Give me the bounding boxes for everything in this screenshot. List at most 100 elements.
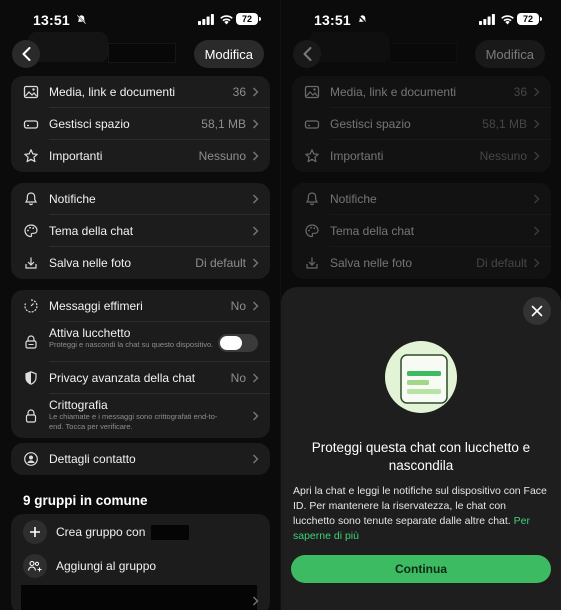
download-icon: [25, 257, 37, 269]
status-time: 13:51: [314, 12, 351, 28]
media-count: 36: [513, 85, 527, 99]
close-button[interactable]: [523, 297, 551, 325]
notifications-label: Notifiche: [330, 192, 377, 206]
storage-row[interactable]: Gestisci spazio 58,1 MB: [11, 108, 270, 140]
media-row[interactable]: Media, link e documenti 36: [292, 76, 551, 108]
storage-size: 58,1 MB: [201, 117, 246, 131]
battery-indicator: 72: [236, 13, 261, 25]
bell-icon: [306, 192, 318, 206]
media-label: Media, link e documenti: [330, 85, 457, 99]
disappearing-value: No: [230, 299, 246, 313]
chevron-right-icon: [253, 596, 259, 606]
back-button[interactable]: [293, 40, 321, 68]
starred-row[interactable]: Importanti Nessuno: [292, 140, 551, 172]
palette-icon: [305, 224, 319, 238]
advanced-privacy-label: Privacy avanzata della chat: [49, 371, 196, 385]
chevron-right-icon: [253, 411, 259, 421]
close-icon: [531, 305, 543, 317]
contact-details-row[interactable]: Dettagli contatto: [11, 443, 270, 475]
notifications-label: Notifiche: [49, 192, 96, 206]
advanced-privacy-row[interactable]: Privacy avanzata della chat No: [11, 362, 270, 394]
encryption-description: Le chiamate e i messaggi sono crittograf…: [49, 412, 218, 431]
common-groups-title: 9 gruppi in comune: [23, 493, 148, 508]
save-photos-row[interactable]: Salva nelle foto Di default: [292, 247, 551, 279]
bell-icon: [25, 192, 37, 206]
chevron-right-icon: [534, 87, 540, 97]
chevron-right-icon: [534, 194, 540, 204]
continue-button[interactable]: Continua: [291, 555, 551, 583]
contact-card: Dettagli contatto: [11, 443, 270, 475]
media-card: Media, link e documenti 36 Gestisci spaz…: [11, 76, 270, 172]
chevron-right-icon: [534, 151, 540, 161]
create-group-label: Crea gruppo con: [56, 525, 146, 539]
timer-icon: [24, 299, 38, 313]
person-circle-icon: [24, 452, 38, 466]
theme-row[interactable]: Tema della chat: [292, 215, 551, 247]
download-icon: [306, 257, 318, 269]
image-icon: [304, 85, 320, 99]
sheet-title: Proteggi questa chat con lucchetto e nas…: [311, 440, 531, 473]
storage-icon: [23, 120, 39, 129]
bell-slash-icon: [357, 14, 368, 25]
starred-label: Importanti: [49, 149, 103, 163]
modify-button[interactable]: Modifica: [474, 40, 545, 68]
storage-label: Gestisci spazio: [49, 117, 130, 131]
chevron-right-icon: [253, 301, 259, 311]
media-row[interactable]: Media, link e documenti 36: [11, 76, 270, 108]
chat-lock-toggle[interactable]: [218, 334, 258, 352]
media-label: Media, link e documenti: [49, 85, 176, 99]
group-row-redacted: [21, 585, 257, 610]
theme-label: Tema della chat: [330, 224, 415, 238]
theme-row[interactable]: Tema della chat: [11, 215, 270, 247]
header-backdrop: [28, 32, 108, 62]
chat-lock-row: Attiva lucchetto Proteggi e nascondi la …: [11, 322, 270, 362]
chevron-left-icon: [22, 47, 30, 61]
bell-slash-icon: [76, 14, 87, 25]
disappearing-label: Messaggi effimeri: [49, 299, 143, 313]
contact-name-redacted: [108, 43, 176, 63]
lock-chat-icon: [25, 335, 37, 349]
advanced-privacy-value: No: [230, 371, 246, 385]
chat-lock-label: Attiva lucchetto: [49, 326, 131, 340]
wifi-icon: [220, 15, 233, 25]
chevron-left-icon: [303, 47, 311, 61]
chat-lock-sheet: Proteggi questa chat con lucchetto e nas…: [281, 287, 561, 610]
chevron-right-icon: [253, 87, 259, 97]
settings-card: Notifiche Tema della chat Salva nelle fo…: [292, 183, 551, 279]
chevron-right-icon: [534, 119, 540, 129]
create-group-row[interactable]: Crea gruppo con: [11, 515, 270, 549]
save-photos-label: Salva nelle foto: [330, 256, 413, 270]
chevron-right-icon: [253, 226, 259, 236]
header-backdrop: [309, 32, 389, 62]
settings-card: Notifiche Tema della chat Salva nelle fo…: [11, 183, 270, 279]
chevron-right-icon: [253, 454, 259, 464]
save-photos-row[interactable]: Salva nelle foto Di default: [11, 247, 270, 279]
back-button[interactable]: [12, 40, 40, 68]
storage-size: 58,1 MB: [482, 117, 527, 131]
media-card: Media, link e documenti 36 Gestisci spaz…: [292, 76, 551, 172]
chevron-right-icon: [253, 151, 259, 161]
modify-button[interactable]: Modifica: [193, 40, 264, 68]
theme-label: Tema della chat: [49, 224, 134, 238]
status-time: 13:51: [33, 12, 70, 28]
add-to-group-row[interactable]: Aggiungi al gruppo: [11, 549, 270, 583]
image-icon: [23, 85, 39, 99]
notifications-row[interactable]: Notifiche: [11, 183, 270, 215]
shield-icon: [25, 371, 37, 385]
star-icon: [24, 149, 38, 163]
encryption-row[interactable]: Crittografia Le chiamate e i messaggi so…: [11, 394, 270, 438]
wifi-icon: [501, 15, 514, 25]
chevron-right-icon: [253, 373, 259, 383]
storage-row[interactable]: Gestisci spazio 58,1 MB: [292, 108, 551, 140]
chevron-right-icon: [253, 258, 259, 268]
chat-info-screen: 13:51 72 Modifica Media, link e document…: [0, 0, 280, 610]
starred-row[interactable]: Importanti Nessuno: [11, 140, 270, 172]
chat-lock-sheet-screen: 13:51 72 Modifica Media, link e document…: [281, 0, 561, 610]
notifications-row[interactable]: Notifiche: [292, 183, 551, 215]
disappearing-row[interactable]: Messaggi effimeri No: [11, 290, 270, 322]
contact-name-redacted: [389, 43, 457, 63]
plus-icon: [23, 520, 47, 544]
chat-lock-illustration: [385, 341, 457, 413]
add-people-icon: [23, 554, 47, 578]
chevron-right-icon: [534, 226, 540, 236]
